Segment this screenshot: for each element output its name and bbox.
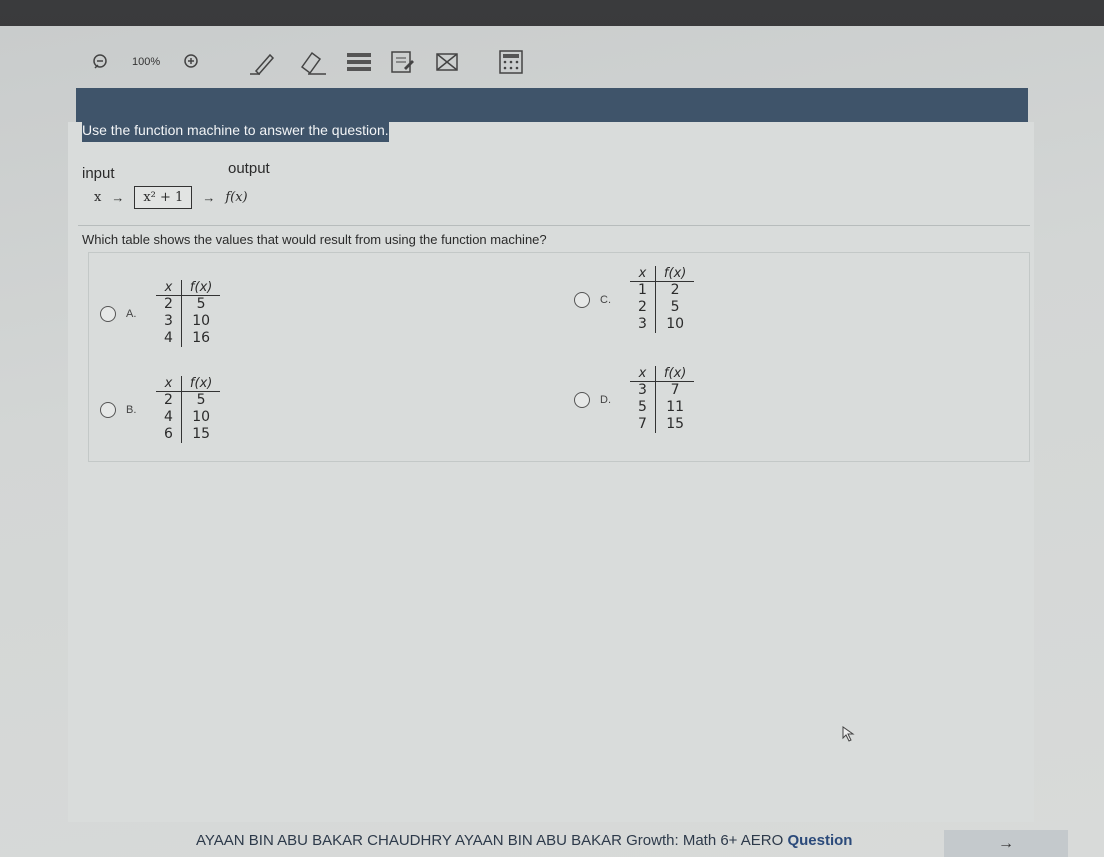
cell-x: 1	[630, 281, 656, 299]
cell-fx: 5	[670, 299, 680, 315]
cell-x: 3	[156, 313, 182, 330]
table-header-x: x	[630, 366, 656, 382]
option-c[interactable]: C. x f(x) 12 25 3 10	[574, 266, 695, 333]
option-letter: D.	[600, 393, 611, 406]
machine-rule: x² + 1	[134, 186, 193, 209]
eraser-icon[interactable]	[296, 49, 328, 75]
mouse-cursor-icon	[842, 726, 856, 747]
option-letter: A.	[126, 307, 137, 320]
cell-fx: 5	[196, 296, 206, 312]
arrow-right-icon: →	[998, 834, 1014, 852]
cell-fx: 16	[192, 330, 211, 346]
cell-x: 2	[156, 295, 182, 313]
table-row: 4 10	[156, 409, 220, 426]
answer-choices	[88, 252, 1030, 462]
cell-x: 6	[156, 426, 182, 443]
table-row: 25	[630, 299, 694, 316]
table-header-fx: f(x)	[181, 376, 221, 392]
zoom-out-icon[interactable]	[92, 53, 110, 71]
option-table-a: x f(x) 25 3 10 4 16	[156, 280, 221, 347]
cell-fx: 5	[196, 392, 206, 408]
table-row: 12	[630, 281, 694, 299]
cell-x: 4	[156, 409, 182, 426]
cell-fx: 10	[666, 316, 685, 332]
radio-button-d[interactable]	[574, 391, 590, 408]
cell-fx: 15	[192, 426, 211, 442]
radio-button-a[interactable]	[100, 305, 116, 322]
eliminate-icon[interactable]	[434, 51, 460, 73]
option-table-d: x f(x) 37 5 11 7 15	[630, 366, 695, 433]
option-letter: B.	[126, 403, 137, 416]
notes-icon[interactable]	[390, 50, 416, 74]
zoom-in-icon[interactable]	[182, 53, 200, 71]
option-d[interactable]: D. x f(x) 37 5 11 7 15	[574, 366, 695, 433]
calculator-icon[interactable]	[498, 49, 524, 75]
table-header-x: x	[630, 266, 656, 282]
option-a[interactable]: A. x f(x) 25 3 10 4 16	[100, 280, 221, 347]
table-row: 3 10	[156, 313, 220, 330]
table-row: 37	[630, 381, 694, 399]
question-text: Which table shows the values that would …	[82, 232, 547, 247]
option-b[interactable]: B. x f(x) 25 4 10 6 15	[100, 376, 221, 443]
table-row: 25	[156, 391, 220, 409]
table-row: 3 10	[630, 316, 694, 333]
cell-fx: 7	[670, 382, 680, 398]
next-button[interactable]: →	[944, 830, 1068, 857]
function-machine: x → x² + 1 → f(x)	[94, 186, 248, 209]
machine-output: f(x)	[225, 190, 248, 205]
cell-fx: 2	[670, 282, 680, 298]
cell-x: 2	[156, 391, 182, 409]
arrow-right-icon: →	[111, 190, 125, 205]
table-header-fx: f(x)	[655, 366, 695, 382]
question-label: Question	[787, 832, 853, 849]
radio-button-b[interactable]	[100, 401, 116, 418]
divider	[78, 225, 1030, 226]
option-table-b: x f(x) 25 4 10 6 15	[156, 376, 221, 443]
cell-x: 3	[630, 381, 656, 399]
tool-bar: 100%	[80, 40, 1026, 84]
zoom-level: 100%	[132, 56, 161, 68]
student-info: AYAAN BIN ABU BAKAR CHAUDHRY AYAAN BIN A…	[196, 832, 784, 849]
cell-fx: 10	[192, 409, 211, 425]
table-row: 5 11	[630, 399, 694, 416]
table-header-fx: f(x)	[655, 266, 695, 282]
footer-bar: AYAAN BIN ABU BAKAR CHAUDHRY AYAAN BIN A…	[196, 832, 852, 849]
input-label: input	[82, 165, 115, 182]
option-table-c: x f(x) 12 25 3 10	[630, 266, 695, 333]
table-header-x: x	[156, 376, 182, 392]
question-panel	[68, 122, 1034, 822]
cell-x: 3	[630, 316, 656, 333]
line-reader-icon[interactable]	[346, 51, 372, 73]
output-label: output	[228, 160, 270, 177]
option-letter: C.	[600, 293, 611, 306]
table-header-fx: f(x)	[181, 280, 221, 296]
table-row: 6 15	[156, 426, 220, 443]
cell-fx: 11	[666, 399, 685, 415]
table-row: 4 16	[156, 330, 220, 347]
cell-x: 2	[630, 299, 656, 316]
cell-fx: 15	[666, 416, 685, 432]
pencil-icon[interactable]	[248, 49, 278, 75]
arrow-right-icon: →	[202, 190, 216, 205]
question-prompt: Use the function machine to answer the q…	[82, 118, 389, 142]
cell-x: 5	[630, 399, 656, 416]
table-row: 7 15	[630, 416, 694, 433]
cell-x: 7	[630, 416, 656, 433]
question-header-band	[76, 88, 1028, 122]
radio-button-c[interactable]	[574, 291, 590, 308]
machine-input: x	[94, 190, 102, 205]
table-row: 25	[156, 295, 220, 313]
cell-fx: 10	[192, 313, 211, 329]
cell-x: 4	[156, 330, 182, 347]
table-header-x: x	[156, 280, 182, 296]
